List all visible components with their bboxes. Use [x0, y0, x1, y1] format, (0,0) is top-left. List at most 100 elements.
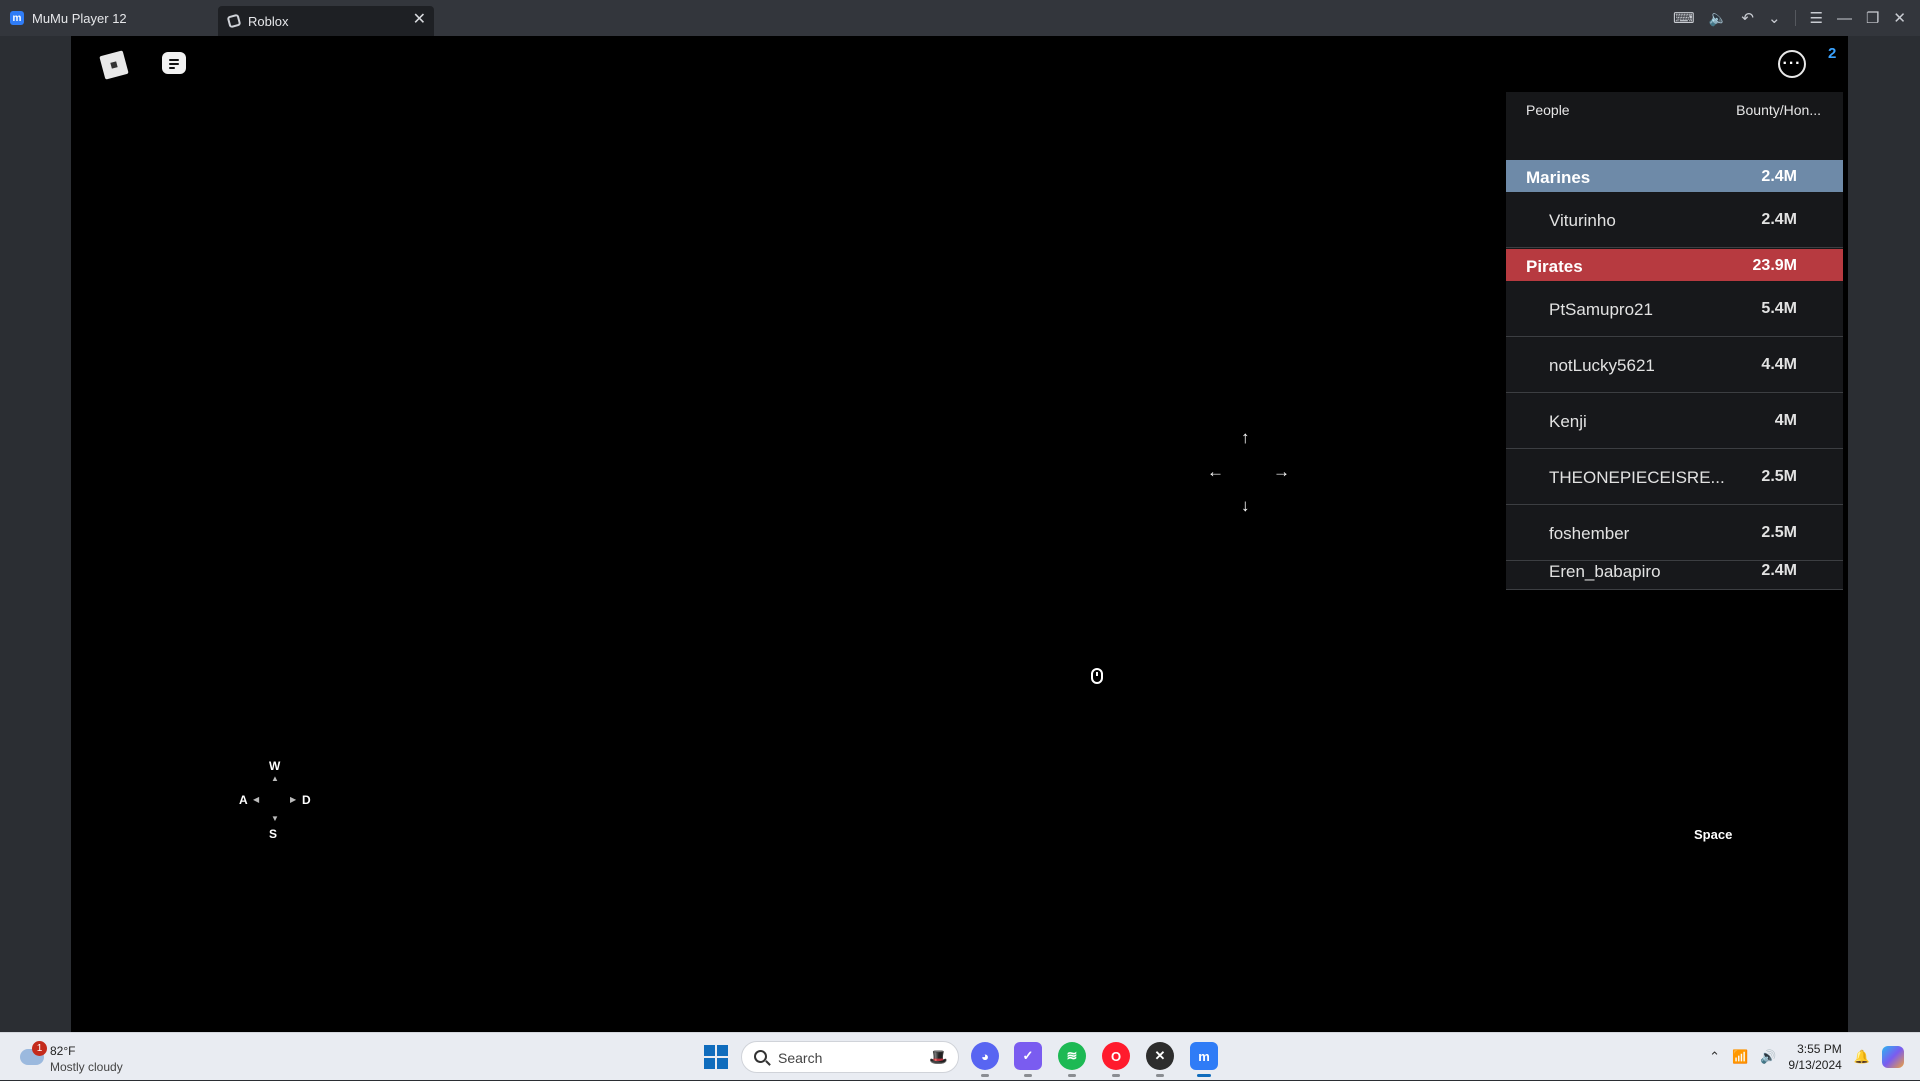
running-indicator	[1024, 1074, 1032, 1077]
key-w[interactable]: W	[269, 759, 280, 773]
running-indicator	[1068, 1074, 1076, 1077]
header-bounty: Bounty/Hon...	[1736, 102, 1821, 118]
key-space[interactable]: Space	[1694, 827, 1732, 842]
emulator-toolbar: ⌨ 🔈 ↶ ⌄ ☰ — ❐ ✕	[1673, 0, 1920, 36]
player-row[interactable]: Viturinho 2.4M	[1506, 193, 1843, 248]
roblox-menu-button[interactable]	[98, 49, 130, 81]
player-name: foshember	[1549, 524, 1630, 543]
arrow-up-icon[interactable]: ↑	[1241, 429, 1250, 446]
emulator-right-frame	[1848, 36, 1920, 1032]
tab-roblox[interactable]: Roblox ✕	[218, 6, 434, 36]
player-value: 2.5M	[1761, 468, 1797, 485]
chevron-up-icon[interactable]: ⌃	[1709, 1049, 1720, 1065]
spotify-icon[interactable]: ≋	[1058, 1042, 1086, 1077]
windows-start-icon[interactable]	[704, 1045, 728, 1069]
team-row-pirates[interactable]: Pirates 23.9M	[1506, 249, 1843, 281]
triangle-left-icon: ◀	[253, 795, 260, 804]
close-tab-icon[interactable]: ✕	[413, 12, 426, 28]
speaker-icon[interactable]: 🔊	[1760, 1049, 1776, 1065]
clock-time: 3:55 PM	[1797, 1042, 1842, 1056]
arrow-left-icon[interactable]: ←	[1207, 463, 1224, 480]
player-row[interactable]: Eren_babapiro 2.4M	[1506, 562, 1843, 590]
chat-button[interactable]	[161, 51, 187, 77]
arrow-down-icon[interactable]: ↓	[1241, 497, 1250, 514]
mouse-icon[interactable]	[1091, 668, 1103, 684]
chat-icon	[162, 52, 186, 74]
player-name: notLucky5621	[1549, 356, 1655, 375]
mumu-player-icon[interactable]: m	[1190, 1042, 1218, 1077]
player-row[interactable]: foshember 2.5M	[1506, 506, 1843, 561]
arrow-right-icon[interactable]: →	[1273, 463, 1290, 480]
roblox-logo-icon	[226, 13, 242, 29]
running-indicator	[1112, 1074, 1120, 1077]
player-value: 2.4M	[1761, 562, 1797, 579]
player-name: Viturinho	[1549, 211, 1616, 230]
search-highlight-icon: 🎩	[929, 1049, 948, 1066]
volume-icon[interactable]: 🔈	[1709, 9, 1728, 27]
player-row[interactable]: notLucky5621 4.4M	[1506, 338, 1843, 393]
start-icon-pane	[717, 1045, 728, 1056]
wifi-icon[interactable]: 📶	[1732, 1049, 1748, 1065]
leaderboard-header: People Bounty/Hon...	[1506, 92, 1843, 124]
player-row[interactable]: THEONEPIECEISRE... 2.5M	[1506, 450, 1843, 505]
mumu-logo-icon: m	[10, 11, 24, 25]
running-indicator	[981, 1074, 989, 1077]
triangle-right-icon: ▶	[290, 795, 297, 804]
copilot-icon[interactable]	[1882, 1046, 1904, 1068]
triangle-down-icon: ▼	[271, 814, 279, 823]
start-icon-pane	[704, 1058, 715, 1069]
running-indicator	[1197, 1074, 1211, 1077]
team-value: 23.9M	[1752, 257, 1797, 274]
tab-label: MuMu Player 12	[32, 10, 127, 26]
xbox-icon[interactable]: ✕	[1146, 1042, 1174, 1077]
roblox-logo-icon	[99, 50, 129, 80]
team-name: Marines	[1526, 168, 1591, 187]
key-s[interactable]: S	[269, 827, 277, 841]
team-row-marines[interactable]: Marines 2.4M	[1506, 160, 1843, 192]
tab-mumu-player[interactable]: m MuMu Player 12	[0, 0, 218, 36]
more-options-icon[interactable]: ···	[1778, 50, 1806, 78]
chat-icon-line	[169, 63, 179, 65]
player-value: 4M	[1774, 412, 1797, 429]
taskbar-search[interactable]: Search 🎩	[741, 1041, 959, 1073]
emulator-left-frame	[0, 36, 71, 1032]
notification-count: 2	[1828, 45, 1837, 62]
player-value: 2.4M	[1761, 211, 1797, 228]
windows-taskbar: 1 82°F Mostly cloudy Search 🎩 ◕ ✓ ≋ O ✕ …	[0, 1032, 1920, 1080]
running-indicator	[1156, 1074, 1164, 1077]
weather-condition: Mostly cloudy	[50, 1060, 123, 1074]
search-placeholder: Search	[778, 1050, 823, 1066]
discord-icon[interactable]: ◕	[971, 1042, 999, 1077]
player-value: 4.4M	[1761, 356, 1797, 373]
team-value: 2.4M	[1761, 168, 1797, 185]
weather-widget[interactable]: 1 82°F Mostly cloudy	[16, 1041, 166, 1075]
search-icon	[754, 1050, 767, 1063]
player-value: 5.4M	[1761, 300, 1797, 317]
tab-label: Roblox	[248, 13, 289, 29]
player-name: Kenji	[1549, 412, 1587, 431]
chat-icon-line	[169, 67, 175, 69]
opera-icon[interactable]: O	[1102, 1042, 1130, 1077]
player-row[interactable]: Kenji 4M	[1506, 394, 1843, 449]
system-tray: ⌃ 📶 🔊 3:55 PM 9/13/2024 🔔	[1709, 1033, 1904, 1081]
start-icon-pane	[717, 1058, 728, 1069]
player-row[interactable]: PtSamupro21 5.4M	[1506, 282, 1843, 337]
undo-icon[interactable]: ↶	[1741, 9, 1754, 27]
chevron-down-icon[interactable]: ⌄	[1768, 9, 1781, 27]
key-d[interactable]: D	[302, 793, 311, 807]
game-viewport[interactable]: ··· 2 People Bounty/Hon... Marines 2.4M …	[71, 36, 1848, 1032]
bell-icon[interactable]: 🔔	[1854, 1049, 1870, 1065]
restore-icon[interactable]: ❐	[1866, 9, 1879, 27]
weather-badge: 1	[32, 1041, 47, 1056]
player-name: THEONEPIECEISRE...	[1549, 468, 1725, 487]
mail-icon[interactable]: ✓	[1014, 1042, 1042, 1077]
player-name: Eren_babapiro	[1549, 562, 1661, 581]
leaderboard: People Bounty/Hon... Marines 2.4M Vituri…	[1506, 92, 1843, 590]
minimize-icon[interactable]: —	[1837, 10, 1852, 27]
keyboard-icon[interactable]: ⌨	[1673, 9, 1695, 27]
menu-icon[interactable]: ☰	[1810, 9, 1823, 27]
key-a[interactable]: A	[239, 793, 248, 807]
close-window-icon[interactable]: ✕	[1893, 9, 1906, 27]
clock[interactable]: 3:55 PM 9/13/2024	[1788, 1041, 1841, 1073]
player-value: 2.5M	[1761, 524, 1797, 541]
